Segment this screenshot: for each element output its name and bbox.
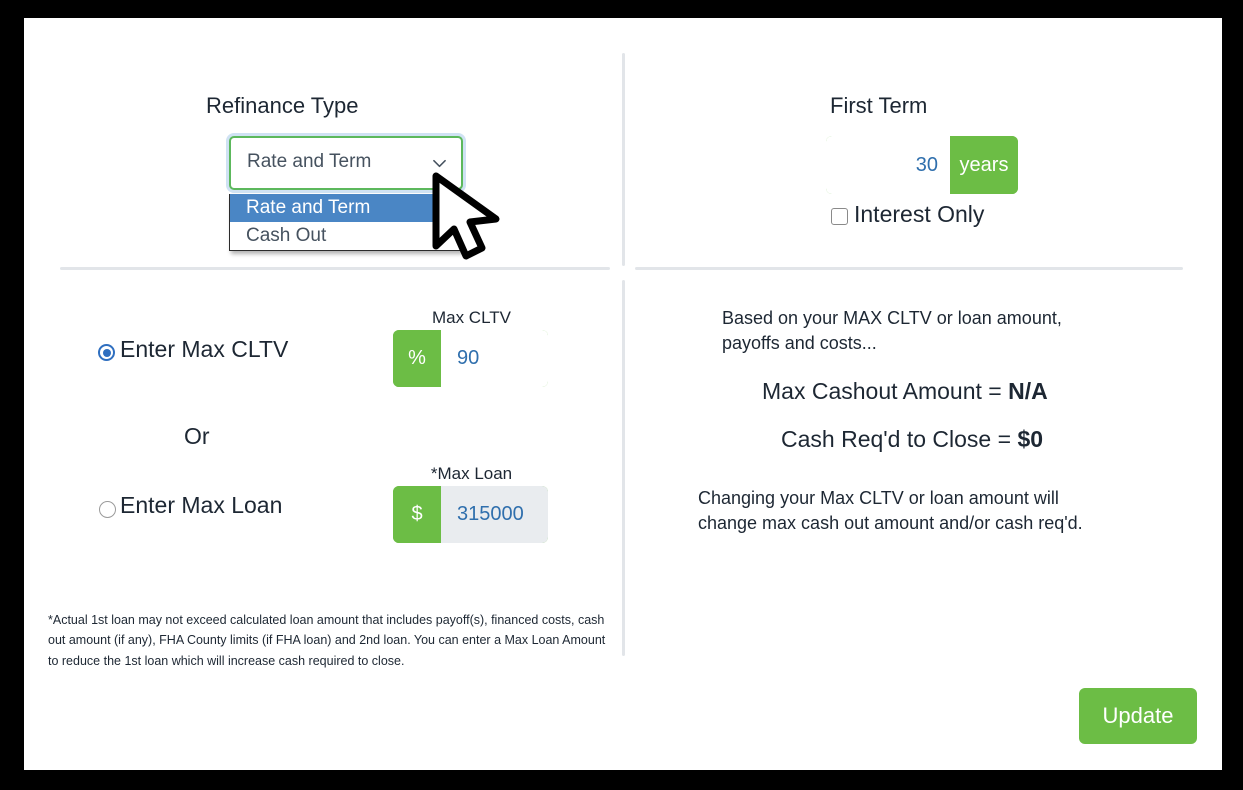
refinance-type-select[interactable]: Rate and Term <box>229 136 463 190</box>
calculator-panel: Refinance Type Rate and Term Rate and Te… <box>24 18 1222 770</box>
first-term-unit-suffix: years <box>950 136 1018 194</box>
max-cltv-input-group[interactable]: % 90 <box>393 330 548 387</box>
max-cltv-percent-prefix: % <box>393 330 441 387</box>
cash-required-row: Cash Req'd to Close = $0 <box>781 426 1043 453</box>
max-loan-value[interactable]: 315000 <box>441 486 548 543</box>
footnote-text: *Actual 1st loan may not exceed calculat… <box>48 613 606 668</box>
max-cltv-value[interactable]: 90 <box>441 330 548 387</box>
radio-enter-max-cltv[interactable] <box>98 344 115 361</box>
horizontal-divider-right <box>635 267 1183 270</box>
or-separator-label: Or <box>184 423 210 449</box>
refinance-type-option-list[interactable]: Rate and Term Cash Out <box>229 194 461 251</box>
cash-required-label: Cash Req'd to Close = <box>781 426 1018 452</box>
interest-only-label: Interest Only <box>854 201 985 227</box>
first-term-value[interactable]: 30 <box>826 136 950 194</box>
vertical-divider-bottom <box>622 280 625 656</box>
radio-dot <box>102 348 111 357</box>
vertical-divider-top <box>622 53 625 266</box>
max-cltv-label: Max CLTV <box>431 308 512 327</box>
update-button[interactable]: Update <box>1079 688 1197 744</box>
enter-max-loan-label: Enter Max Loan <box>120 492 283 518</box>
max-loan-dollar-prefix: $ <box>393 486 441 543</box>
results-note-text: Changing your Max CLTV or loan amount wi… <box>698 488 1083 533</box>
enter-max-cltv-label: Enter Max CLTV <box>120 336 289 362</box>
first-term-title: First Term <box>830 93 928 118</box>
max-cashout-amount-value: N/A <box>1008 378 1048 404</box>
results-intro-text: Based on your MAX CLTV or loan amount, p… <box>722 308 1062 353</box>
max-loan-label: *Max Loan <box>430 464 513 483</box>
max-cashout-amount-row: Max Cashout Amount = N/A <box>762 378 1048 405</box>
refinance-type-option-rate-and-term[interactable]: Rate and Term <box>230 194 460 222</box>
horizontal-divider-left <box>60 267 610 270</box>
max-cashout-amount-label: Max Cashout Amount = <box>762 378 1009 404</box>
interest-only-checkbox[interactable] <box>831 208 848 225</box>
radio-enter-max-loan[interactable] <box>99 501 116 518</box>
refinance-type-selected-value: Rate and Term <box>247 151 372 172</box>
first-term-input-group[interactable]: 30 years <box>826 136 1018 194</box>
cash-required-value: $0 <box>1017 426 1044 452</box>
screen: Refinance Type Rate and Term Rate and Te… <box>0 0 1243 790</box>
max-loan-input-group[interactable]: $ 315000 <box>393 486 548 543</box>
refinance-type-title: Refinance Type <box>206 93 359 118</box>
refinance-type-option-cash-out[interactable]: Cash Out <box>230 222 460 250</box>
chevron-down-icon <box>433 159 446 168</box>
